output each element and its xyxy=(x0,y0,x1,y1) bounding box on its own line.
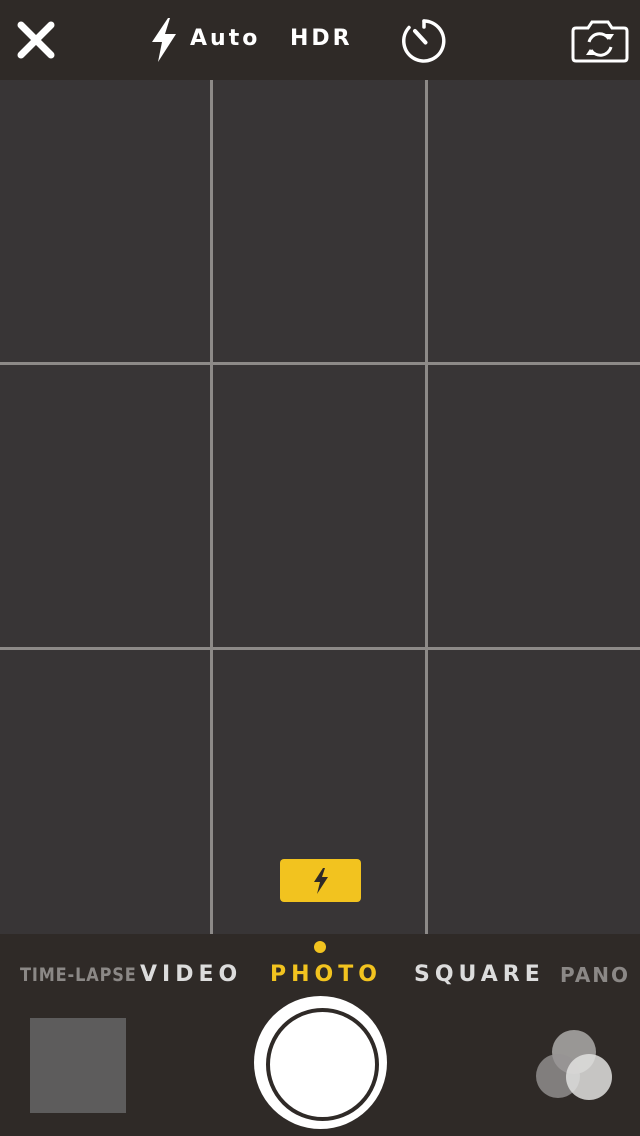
last-photo-thumbnail[interactable] xyxy=(30,1018,126,1113)
grid-line-vertical xyxy=(425,80,428,934)
mode-video[interactable]: VIDEO xyxy=(140,962,242,987)
mode-square[interactable]: SQUARE xyxy=(414,962,545,987)
hdr-button[interactable]: HDR xyxy=(290,26,353,51)
filters-icon xyxy=(566,1054,612,1100)
grid-line-horizontal xyxy=(0,362,640,365)
lightning-bolt-icon xyxy=(152,18,176,62)
viewfinder[interactable] xyxy=(0,80,640,934)
bottom-controls: TIME-LAPSE VIDEO PHOTO SQUARE PANO xyxy=(0,934,640,1136)
mode-pano[interactable]: PANO xyxy=(560,963,630,987)
mode-photo[interactable]: PHOTO xyxy=(270,962,382,987)
flash-mode-label: Auto xyxy=(190,26,261,51)
grid-line-horizontal xyxy=(0,647,640,650)
timer-button[interactable] xyxy=(400,17,448,65)
lightning-bolt-icon xyxy=(313,867,328,894)
close-icon xyxy=(17,21,55,59)
grid-line-vertical xyxy=(210,80,213,934)
timer-icon xyxy=(402,19,446,63)
selected-mode-indicator xyxy=(314,941,326,953)
flash-button[interactable]: Auto xyxy=(148,16,258,64)
mode-time-lapse[interactable]: TIME-LAPSE xyxy=(20,964,137,986)
top-toolbar: Auto HDR xyxy=(0,0,640,80)
close-button[interactable] xyxy=(16,20,56,60)
shutter-inner-ring xyxy=(266,1008,379,1121)
flash-indicator-badge xyxy=(280,859,361,902)
filters-button[interactable] xyxy=(536,1030,614,1102)
shutter-button[interactable] xyxy=(254,996,387,1129)
camera-switch-icon xyxy=(571,20,629,63)
switch-camera-button[interactable] xyxy=(570,18,630,64)
